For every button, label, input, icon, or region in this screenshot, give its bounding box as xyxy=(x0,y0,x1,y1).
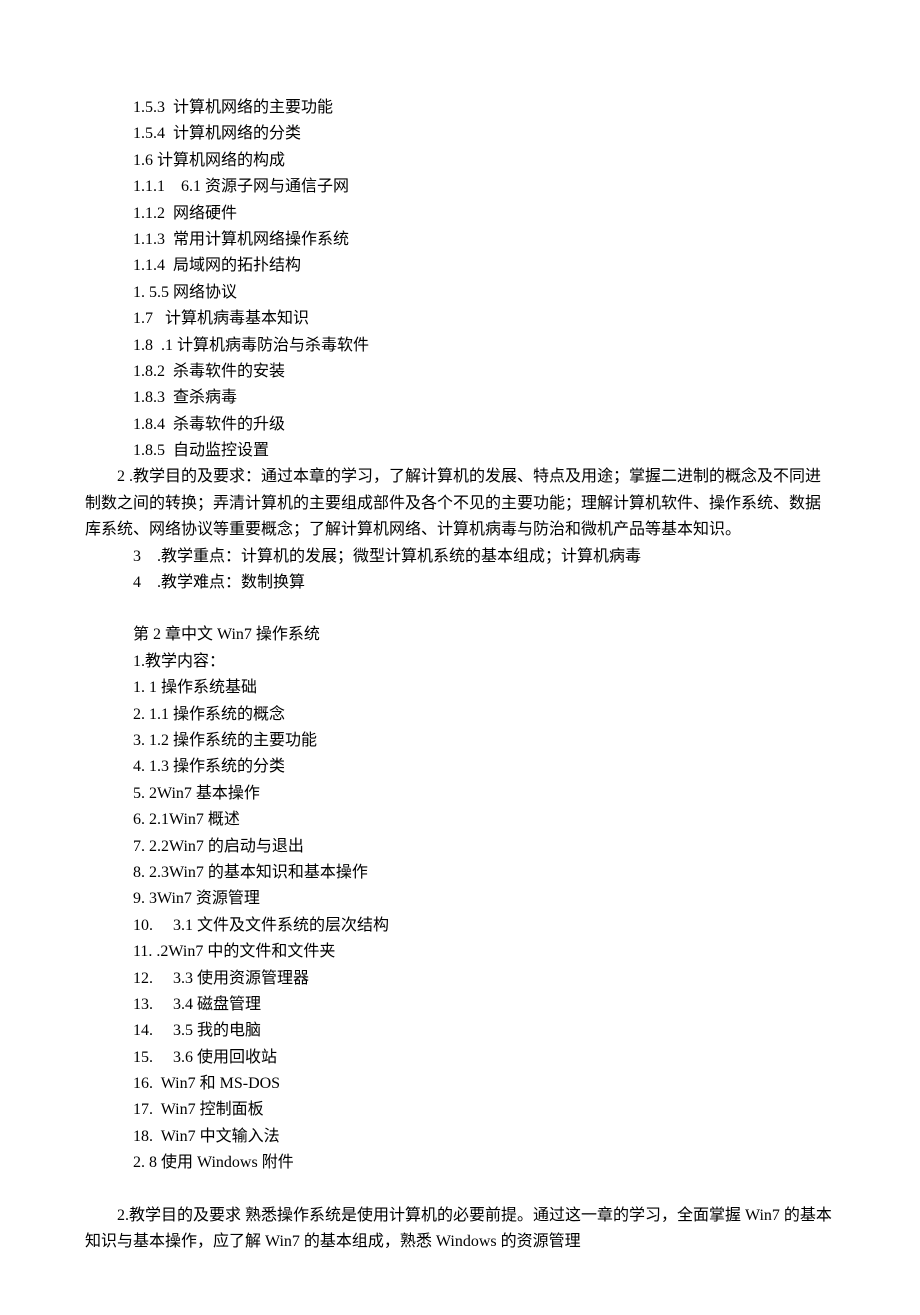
toc-line: 13. 3.4 磁盘管理 xyxy=(85,992,835,1018)
toc-line: 1.1.4 局域网的拓扑结构 xyxy=(85,253,835,279)
toc-line: 1.8.2 杀毒软件的安装 xyxy=(85,359,835,385)
toc-line: 6. 2.1Win7 概述 xyxy=(85,807,835,833)
paragraph-difficulty: 4 .教学难点：数制换算 xyxy=(85,570,835,596)
toc-line: 1.1.2 网络硬件 xyxy=(85,201,835,227)
toc-line: 16. Win7 和 MS-DOS xyxy=(85,1071,835,1097)
document-page: 1.5.3 计算机网络的主要功能 1.5.4 计算机网络的分类 1.6 计算机网… xyxy=(0,0,920,1315)
toc-line: 4. 1.3 操作系统的分类 xyxy=(85,754,835,780)
toc-line: 1.1.3 常用计算机网络操作系统 xyxy=(85,227,835,253)
toc-line: 15. 3.6 使用回收站 xyxy=(85,1045,835,1071)
blank-line xyxy=(85,596,835,622)
toc-line: 17. Win7 控制面板 xyxy=(85,1097,835,1123)
toc-line: 1.1.1 6.1 资源子网与通信子网 xyxy=(85,174,835,200)
chapter-heading: 第 2 章中文 Win7 操作系统 xyxy=(85,622,835,648)
toc-line: 9. 3Win7 资源管理 xyxy=(85,886,835,912)
toc-line: 2. 1.1 操作系统的概念 xyxy=(85,702,835,728)
toc-line: 1.8 .1 计算机病毒防治与杀毒软件 xyxy=(85,333,835,359)
toc-line: 8. 2.3Win7 的基本知识和基本操作 xyxy=(85,860,835,886)
toc-line: 10. 3.1 文件及文件系统的层次结构 xyxy=(85,913,835,939)
toc-line: 1. 5.5 网络协议 xyxy=(85,280,835,306)
toc-line: 3. 1.2 操作系统的主要功能 xyxy=(85,728,835,754)
toc-line: 1.8.3 查杀病毒 xyxy=(85,385,835,411)
toc-line: 12. 3.3 使用资源管理器 xyxy=(85,966,835,992)
toc-line: 14. 3.5 我的电脑 xyxy=(85,1018,835,1044)
toc-line: 1.教学内容： xyxy=(85,649,835,675)
toc-line: 5. 2Win7 基本操作 xyxy=(85,781,835,807)
toc-line: 18. Win7 中文输入法 xyxy=(85,1124,835,1150)
toc-line: 1.8.5 自动监控设置 xyxy=(85,438,835,464)
toc-line: 11. .2Win7 中的文件和文件夹 xyxy=(85,939,835,965)
toc-line: 1. 1 操作系统基础 xyxy=(85,675,835,701)
paragraph-objective: 2 .教学目的及要求：通过本章的学习，了解计算机的发展、特点及用途；掌握二进制的… xyxy=(85,464,835,543)
toc-line: 1.7 计算机病毒基本知识 xyxy=(85,306,835,332)
toc-line: 7. 2.2Win7 的启动与退出 xyxy=(85,834,835,860)
toc-line: 2. 8 使用 Windows 附件 xyxy=(85,1150,835,1176)
paragraph-objective-2: 2.教学目的及要求 熟悉操作系统是使用计算机的必要前提。通过这一章的学习，全面掌… xyxy=(85,1203,835,1256)
toc-line: 1.5.4 计算机网络的分类 xyxy=(85,121,835,147)
toc-line: 1.6 计算机网络的构成 xyxy=(85,148,835,174)
toc-line: 1.8.4 杀毒软件的升级 xyxy=(85,412,835,438)
blank-line xyxy=(85,1177,835,1203)
paragraph-keypoint: 3 .教学重点：计算机的发展；微型计算机系统的基本组成；计算机病毒 xyxy=(85,544,835,570)
toc-line: 1.5.3 计算机网络的主要功能 xyxy=(85,95,835,121)
